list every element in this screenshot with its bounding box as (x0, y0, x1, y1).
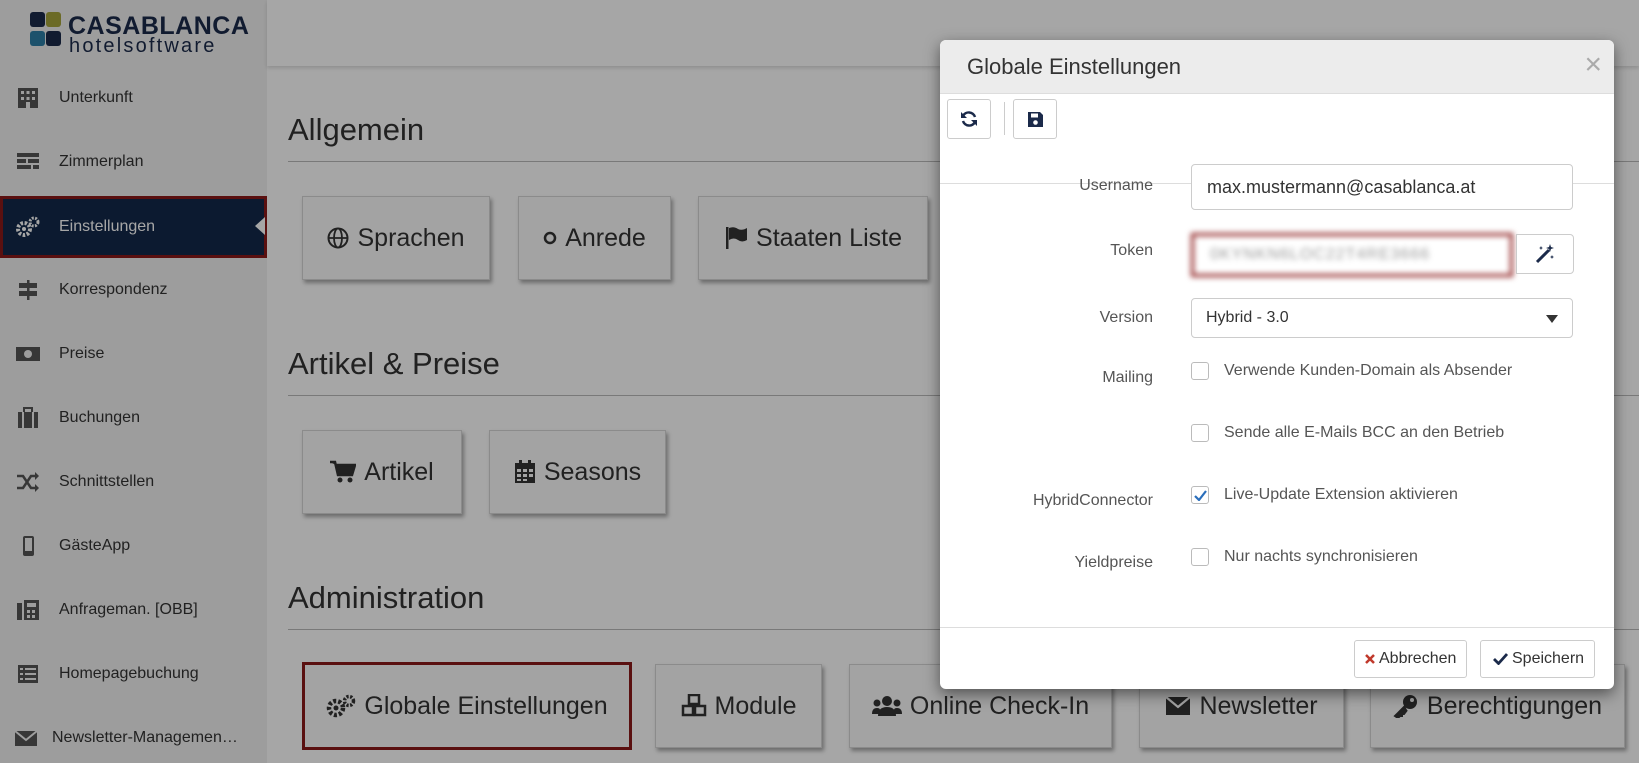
checkbox-label: Nur nachts synchronisieren (1224, 548, 1418, 565)
close-icon (1365, 654, 1375, 664)
checkmark-icon (1493, 653, 1508, 665)
username-label: Username (1079, 177, 1153, 194)
checkbox[interactable] (1191, 362, 1209, 380)
save-label: Speichern (1512, 650, 1585, 667)
save-button[interactable]: Speichern (1480, 640, 1596, 678)
checkmark-icon (1193, 489, 1207, 501)
nightly-sync-option[interactable]: Nur nachts synchronisieren (1191, 548, 1418, 566)
generate-token-button[interactable] (1516, 234, 1574, 274)
dialog-header: Globale Einstellungen × (940, 40, 1614, 94)
toolbar-separator (1004, 102, 1005, 135)
cancel-button[interactable]: Abbrechen (1354, 640, 1468, 678)
username-input[interactable]: max.mustermann@casablanca.at (1191, 164, 1573, 210)
global-settings-dialog: Globale Einstellungen × Username max.mus… (940, 40, 1614, 689)
mailing-bcc-option[interactable]: Sende alle E-Mails BCC an den Betrieb (1191, 424, 1504, 442)
refresh-icon (961, 111, 977, 127)
magic-wand-icon (1535, 244, 1554, 264)
save-icon-button[interactable] (1013, 99, 1057, 139)
version-select[interactable]: Hybrid - 3.0 (1191, 298, 1573, 338)
version-label: Version (1099, 309, 1153, 326)
checkbox[interactable] (1191, 548, 1209, 566)
dialog-footer: Abbrechen Speichern (940, 627, 1614, 689)
mailing-label: Mailing (1102, 369, 1153, 386)
checkbox-label: Verwende Kunden-Domain als Absender (1224, 362, 1513, 379)
cancel-label: Abbrechen (1379, 650, 1457, 667)
version-selected-value: Hybrid - 3.0 (1206, 309, 1289, 326)
mailing-customer-domain-option[interactable]: Verwende Kunden-Domain als Absender (1191, 362, 1512, 380)
chevron-down-icon (1546, 315, 1558, 323)
refresh-button[interactable] (947, 99, 991, 139)
token-label: Token (1110, 242, 1153, 259)
checkbox[interactable] (1191, 424, 1209, 442)
checkbox-checked[interactable] (1191, 486, 1209, 504)
checkbox-label: Sende alle E-Mails BCC an den Betrieb (1224, 424, 1505, 441)
checkbox-label: Live-Update Extension aktivieren (1224, 486, 1458, 503)
live-update-option[interactable]: Live-Update Extension aktivieren (1191, 486, 1458, 504)
token-input[interactable]: 0KYNKN6LOC22T4RE3666 (1191, 233, 1513, 277)
floppy-disk-icon (1027, 111, 1043, 127)
hybridconnector-label: HybridConnector (1032, 492, 1153, 509)
yieldpreise-label: Yieldpreise (1074, 554, 1153, 571)
close-icon[interactable]: × (1584, 50, 1602, 80)
dialog-title: Globale Einstellungen (967, 54, 1182, 79)
